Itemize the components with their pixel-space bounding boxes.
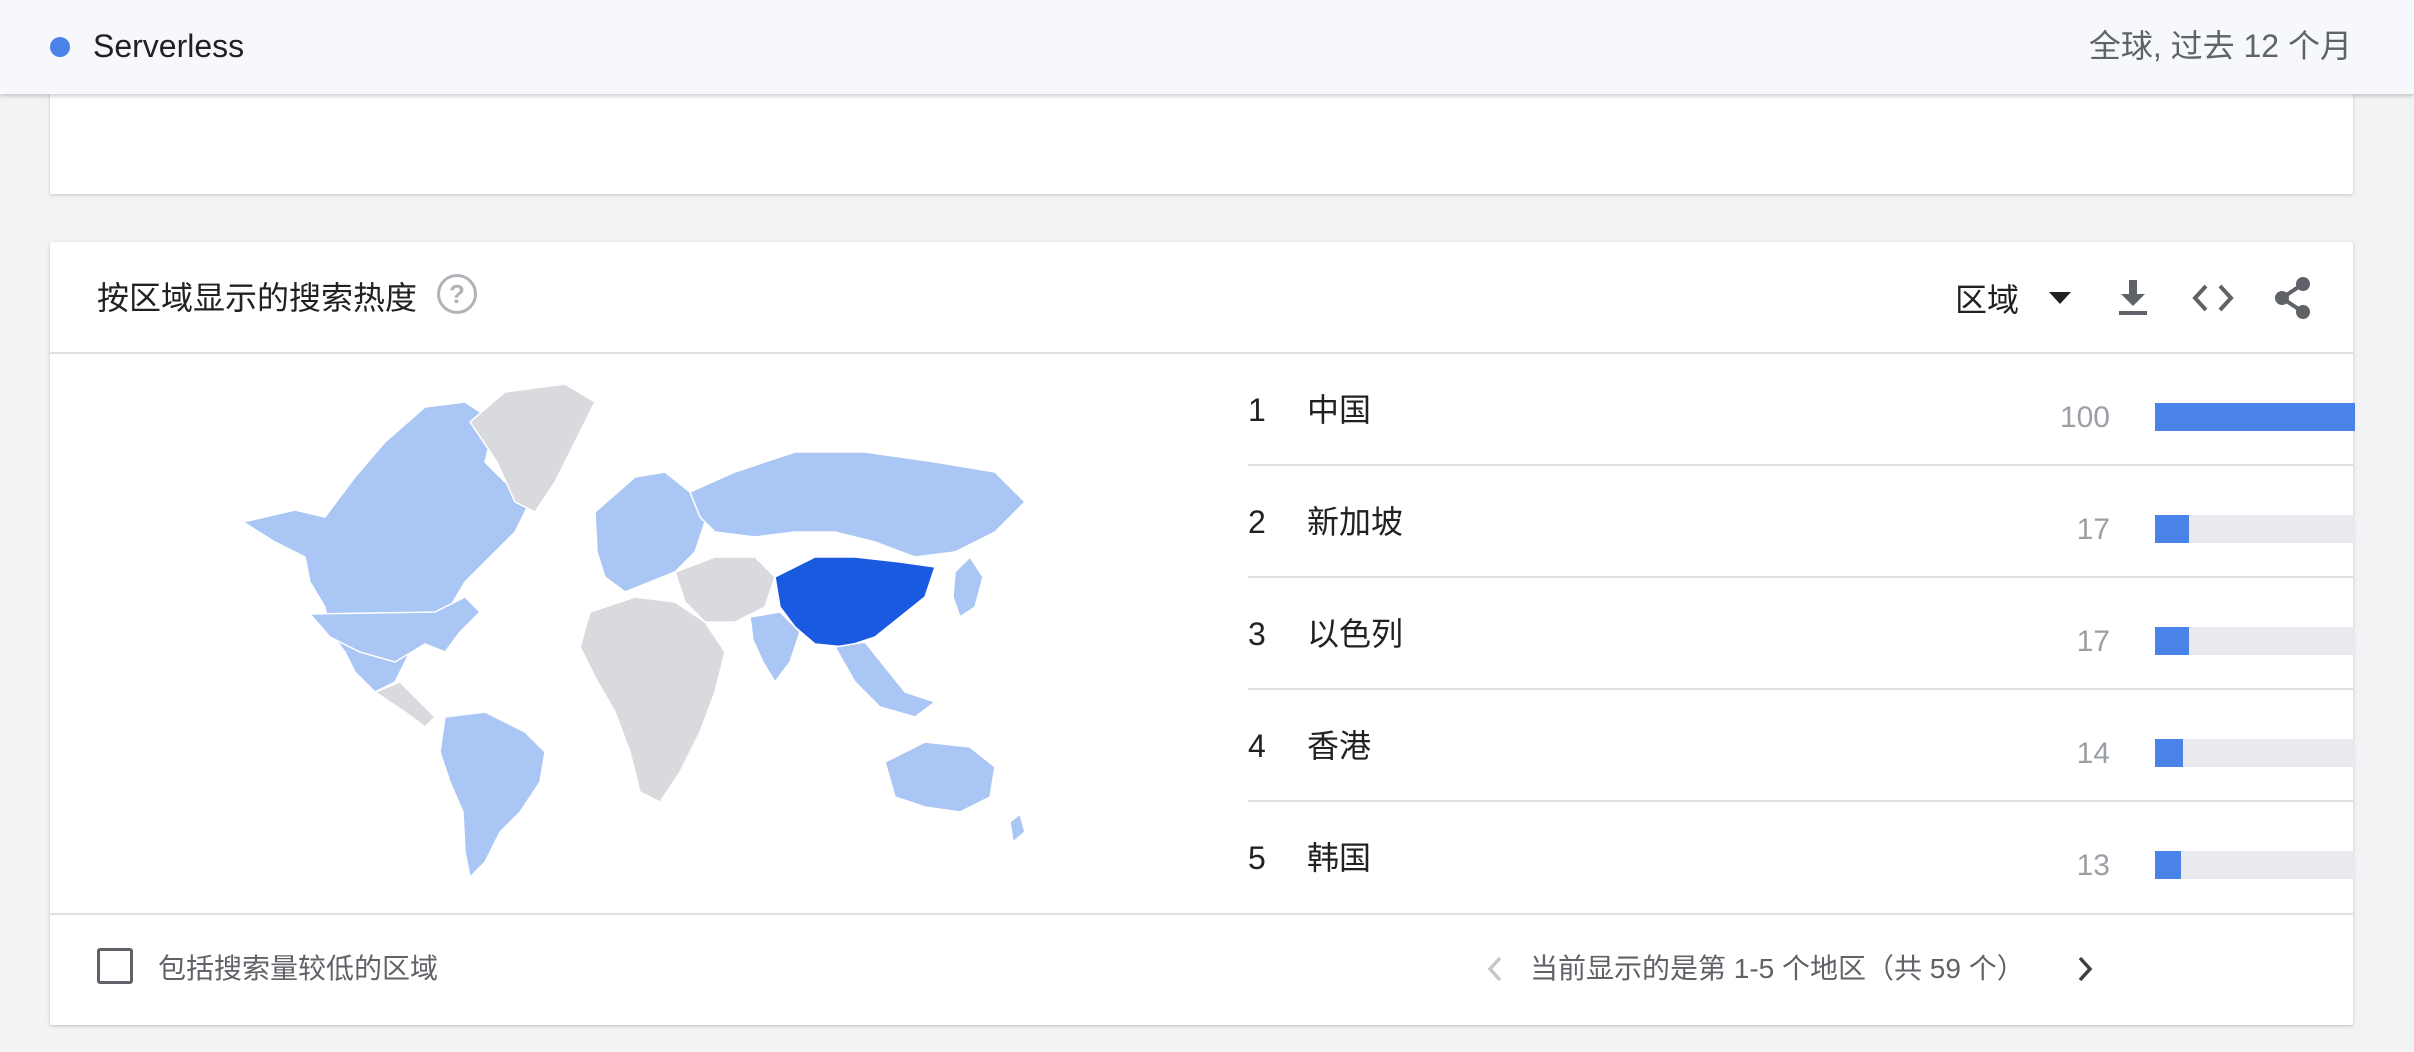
region-level-select[interactable]: 区域 — [1955, 270, 2072, 326]
pagination-status: 当前显示的是第 1-5 个地区（共 59 个） — [1530, 953, 2025, 984]
interest-bar — [2155, 627, 2355, 655]
ranking-row[interactable]: 3 以色列 17 — [1248, 578, 2355, 690]
region-name[interactable]: 香港 — [1307, 726, 1371, 766]
interest-value: 14 — [2076, 737, 2110, 770]
world-map[interactable] — [235, 382, 1035, 882]
ranking-row[interactable]: 5 韩国 13 — [1248, 802, 2355, 914]
term-color-dot — [50, 37, 70, 57]
interest-bar-fill — [2155, 627, 2189, 655]
map-region-russia — [689, 451, 1027, 558]
region-name[interactable]: 以色列 — [1307, 614, 1403, 654]
caret-down-icon — [2049, 292, 2072, 304]
interest-bar-fill — [2155, 403, 2355, 431]
scope-label: 全球, 过去 12 个月 — [2088, 28, 2352, 64]
map-region-south-america — [439, 711, 546, 879]
map-region-africa — [579, 596, 726, 803]
region-name[interactable]: 韩国 — [1307, 838, 1371, 878]
region-ranking-list: 1 中国 100 2 新加坡 17 3 以色列 17 4 香港 14 5 韩国 … — [1248, 354, 2355, 914]
interest-by-region-card: 按区域显示的搜索热度 ? 区域 1 中国 100 2 新加坡 17 3 以色列 … — [50, 242, 2355, 1025]
interest-value: 17 — [2076, 625, 2110, 658]
chevron-left-icon[interactable] — [1475, 949, 1515, 989]
interest-bar-fill — [2155, 739, 2183, 767]
rank-number: 3 — [1248, 616, 1266, 652]
map-region-new-zealand — [1009, 812, 1026, 844]
ranking-row[interactable]: 2 新加坡 17 — [1248, 466, 2355, 578]
interest-value: 17 — [2076, 513, 2110, 546]
interest-bar — [2155, 515, 2355, 543]
region-name[interactable]: 中国 — [1307, 390, 1371, 430]
download-icon[interactable] — [2105, 270, 2161, 326]
low-volume-checkbox[interactable] — [97, 948, 133, 984]
ranking-row[interactable]: 4 香港 14 — [1248, 690, 2355, 802]
rank-number: 4 — [1248, 728, 1266, 764]
rank-number: 2 — [1248, 504, 1266, 540]
chevron-right-icon[interactable] — [2065, 949, 2105, 989]
region-level-label: 区域 — [1955, 282, 2020, 318]
share-icon[interactable] — [2265, 270, 2321, 326]
interest-value: 100 — [2059, 401, 2110, 434]
map-region-central-america — [373, 681, 437, 728]
search-term-label: Serverless — [93, 28, 245, 64]
interest-bar — [2155, 851, 2355, 879]
card-header: 按区域显示的搜索热度 ? 区域 — [50, 242, 2353, 354]
rank-number: 1 — [1248, 392, 1266, 428]
sticky-term-header: Serverless 全球, 过去 12 个月 — [0, 0, 2414, 94]
embed-code-icon[interactable] — [2185, 270, 2241, 326]
card-title: 按区域显示的搜索热度 — [97, 280, 418, 316]
help-circle-icon[interactable]: ? — [437, 274, 477, 314]
map-region-australia — [884, 741, 996, 813]
rank-number: 5 — [1248, 840, 1266, 876]
region-name[interactable]: 新加坡 — [1307, 502, 1403, 542]
map-region-southeast-asia — [833, 641, 937, 718]
card-footer: 包括搜索量较低的区域 当前显示的是第 1-5 个地区（共 59 个） — [50, 913, 2353, 1025]
interest-value: 13 — [2076, 849, 2110, 882]
interest-bar-fill — [2155, 515, 2189, 543]
interest-bar — [2155, 403, 2355, 431]
map-region-japan — [952, 555, 984, 619]
interest-bar-fill — [2155, 851, 2181, 879]
ranking-row[interactable]: 1 中国 100 — [1248, 354, 2355, 466]
interest-bar — [2155, 739, 2355, 767]
low-volume-checkbox-label[interactable]: 包括搜索量较低的区域 — [158, 949, 438, 989]
